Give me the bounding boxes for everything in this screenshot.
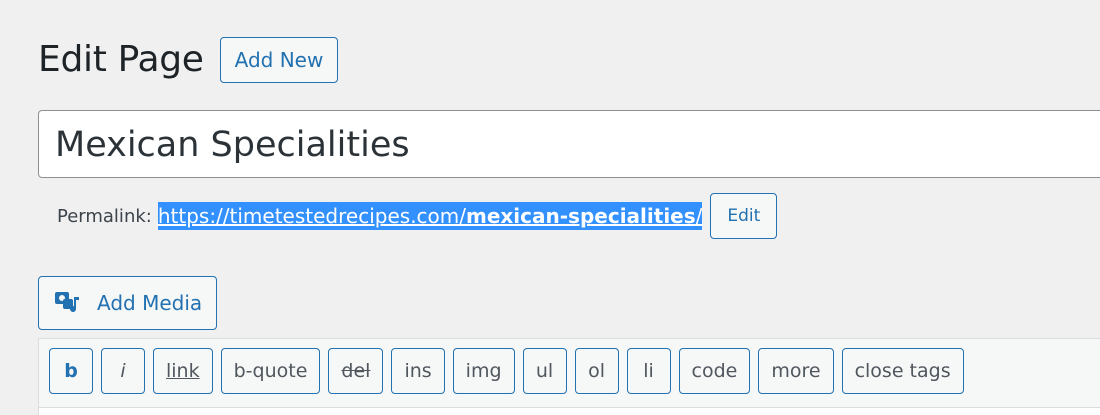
quicktag-img-button[interactable]: img xyxy=(452,348,515,394)
permalink-trailing-slash: / xyxy=(695,204,703,228)
quicktag-code-button[interactable]: code xyxy=(678,348,751,394)
add-media-icon xyxy=(53,289,85,317)
quicktag-italic-button[interactable]: i xyxy=(101,348,145,394)
permalink-row: Permalink: https://timetestedrecipes.com… xyxy=(57,193,778,239)
edit-page-screen: Edit Page Add New Mexican Specialities P… xyxy=(0,0,1100,415)
quicktag-ins-button[interactable]: ins xyxy=(391,348,445,394)
page-title: Edit Page xyxy=(38,39,204,80)
post-title-input[interactable]: Mexican Specialities xyxy=(38,110,1100,178)
quicktag-ol-button[interactable]: ol xyxy=(574,348,619,394)
permalink-url-base: https://timetestedrecipes.com/ xyxy=(157,204,466,228)
quicktag-li-button[interactable]: li xyxy=(626,348,671,394)
page-heading: Edit Page Add New xyxy=(38,34,339,86)
permalink-label: Permalink: xyxy=(57,205,152,227)
quicktag-more-button[interactable]: more xyxy=(758,348,834,394)
editor-textarea[interactable] xyxy=(39,407,1100,415)
quicktag-ul-button[interactable]: ul xyxy=(522,348,567,394)
permalink-slug: mexican-specialities xyxy=(466,204,696,228)
add-new-button[interactable]: Add New xyxy=(219,37,339,83)
quicktag-blockquote-button[interactable]: b-quote xyxy=(220,348,321,394)
add-media-button[interactable]: Add Media xyxy=(38,276,218,330)
permalink-link[interactable]: https://timetestedrecipes.com/mexican-sp… xyxy=(157,202,703,230)
text-editor: b i link b-quote del ins img ul ol li co… xyxy=(38,338,1100,415)
add-media-label: Add Media xyxy=(97,291,203,315)
quicktag-bold-button[interactable]: b xyxy=(49,348,93,394)
quicktag-del-button[interactable]: del xyxy=(328,348,384,394)
post-title-value: Mexican Specialities xyxy=(55,125,410,165)
permalink-edit-button[interactable]: Edit xyxy=(710,193,778,239)
quicktag-link-button[interactable]: link xyxy=(153,348,213,394)
quicktags-toolbar: b i link b-quote del ins img ul ol li co… xyxy=(49,348,964,394)
quicktag-close-tags-button[interactable]: close tags xyxy=(841,348,964,394)
